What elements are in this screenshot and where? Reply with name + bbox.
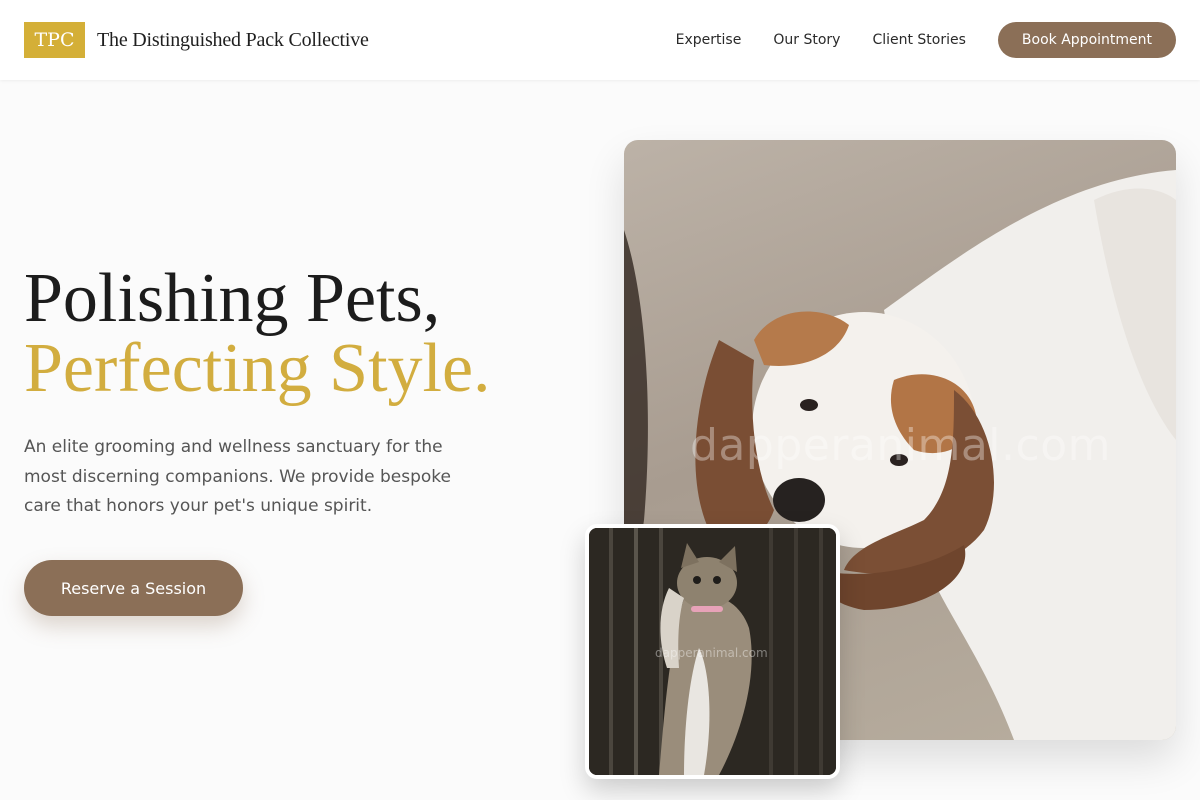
- cat-image: dapperanimal.com: [585, 524, 840, 779]
- nav-link-our-story[interactable]: Our Story: [773, 32, 840, 48]
- nav-link-expertise[interactable]: Expertise: [676, 32, 742, 48]
- site-header: TPC The Distinguished Pack Collective Ex…: [0, 0, 1200, 80]
- brand-name[interactable]: The Distinguished Pack Collective: [97, 29, 369, 52]
- main-nav: Expertise Our Story Client Stories Book …: [676, 22, 1176, 58]
- cat-image-watermark: dapperanimal.com: [655, 646, 768, 660]
- hero-description: An elite grooming and wellness sanctuary…: [24, 437, 451, 516]
- hero-title-line2: Perfecting Style.: [24, 330, 491, 407]
- book-appointment-button[interactable]: Book Appointment: [997, 22, 1176, 58]
- logo-badge[interactable]: TPC: [24, 22, 85, 58]
- reserve-session-button[interactable]: Reserve a Session: [24, 560, 243, 616]
- hero-title-line1: Polishing Pets,: [24, 260, 441, 337]
- nav-link-client-stories[interactable]: Client Stories: [872, 32, 965, 48]
- main-image-watermark: dapperanimal.com: [690, 420, 1111, 471]
- hero-title: Polishing Pets, Perfecting Style.: [24, 264, 491, 404]
